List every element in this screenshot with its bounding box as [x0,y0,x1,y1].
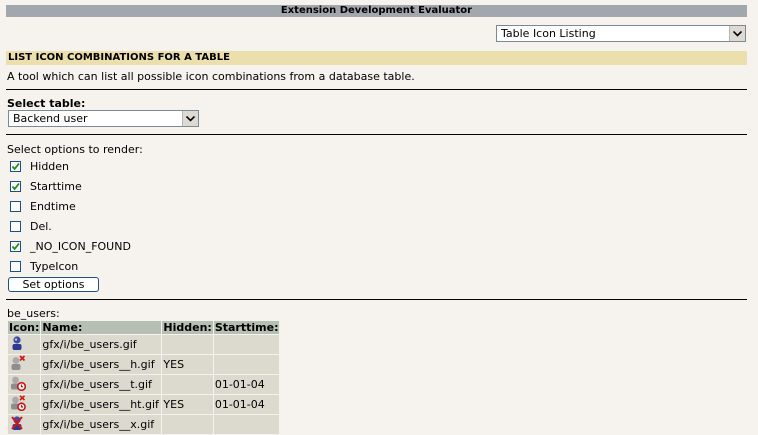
hidden-cell: YES [162,355,213,374]
table-select[interactable]: Backend user [8,110,199,127]
name-cell: gfx/i/be_users.gif [41,335,162,354]
user-hidden-icon [11,355,26,370]
section-description: A tool which can list all possible icon … [7,70,415,83]
hidden-cell [162,375,213,394]
result-table-name: be_users: [7,307,60,320]
chevron-down-icon[interactable] [182,111,198,126]
checkbox-typeicon[interactable] [10,260,21,272]
checkbox-deleted[interactable] [10,220,21,232]
table-select-value: Backend user [13,112,88,125]
set-options-button[interactable]: Set options [8,277,99,292]
option-deleted[interactable]: Del. [10,219,52,233]
option-label: TypeIcon [30,259,79,273]
table-row: gfx/i/be_users__h.gif YES [8,355,280,374]
icon-cell [8,355,41,374]
column-header-name: Name: [41,321,162,334]
starttime-cell [213,355,280,374]
option-starttime[interactable]: Starttime [10,179,82,193]
tool-select[interactable]: Table Icon Listing [496,25,746,42]
icon-combinations-table: Icon: Name: Hidden: Starttime: gfx/i/be_… [7,320,280,435]
user-timed-icon [11,376,27,392]
user-icon [12,336,22,350]
table-row: gfx/i/be_users__ht.gif YES 01-01-04 [8,395,280,414]
option-label: Del. [30,219,52,233]
starttime-cell [213,335,280,354]
select-table-label: Select table: [7,97,86,110]
starttime-cell: 01-01-04 [213,395,280,414]
table-header-row: Icon: Name: Hidden: Starttime: [8,321,280,334]
checkbox-starttime[interactable] [10,180,21,192]
hidden-cell: YES [162,395,213,414]
starttime-cell: 01-01-04 [213,375,280,394]
column-header-starttime: Starttime: [213,321,280,334]
option-label: _NO_ICON_FOUND [30,239,131,253]
user-hidden-timed-icon [11,395,26,412]
name-cell: gfx/i/be_users__t.gif [41,375,162,394]
option-endtime[interactable]: Endtime [10,199,76,213]
icon-cell [8,335,41,354]
option-label: Hidden [30,159,70,173]
column-header-icon: Icon: [8,321,41,334]
option-typeicon[interactable]: TypeIcon [10,259,78,273]
icon-cell [8,375,41,394]
options-label: Select options to render: [7,143,143,156]
checkbox-no-icon-found[interactable] [10,240,21,252]
chevron-down-icon[interactable] [729,26,745,41]
option-hidden[interactable]: Hidden [10,159,69,173]
section-header: LIST ICON COMBINATIONS FOR A TABLE [6,51,747,65]
name-cell: gfx/i/be_users__ht.gif [41,395,162,414]
icon-cell [8,395,41,414]
divider [6,299,747,300]
option-no-icon-found[interactable]: _NO_ICON_FOUND [10,239,131,253]
table-row: gfx/i/be_users.gif [8,335,280,354]
option-label: Endtime [30,199,76,213]
checkbox-endtime[interactable] [10,200,21,212]
name-cell: gfx/i/be_users__h.gif [41,355,162,374]
checkbox-hidden[interactable] [10,160,21,172]
option-label: Starttime [30,179,82,193]
table-row: gfx/i/be_users__t.gif 01-01-04 [8,375,280,394]
module-title: Extension Development Evaluator [6,5,747,17]
tool-select-value: Table Icon Listing [501,27,596,40]
column-header-hidden: Hidden: [162,321,213,334]
hidden-cell [162,335,213,354]
divider [6,134,747,135]
divider [6,89,747,90]
user-deleted-icon [11,416,23,430]
